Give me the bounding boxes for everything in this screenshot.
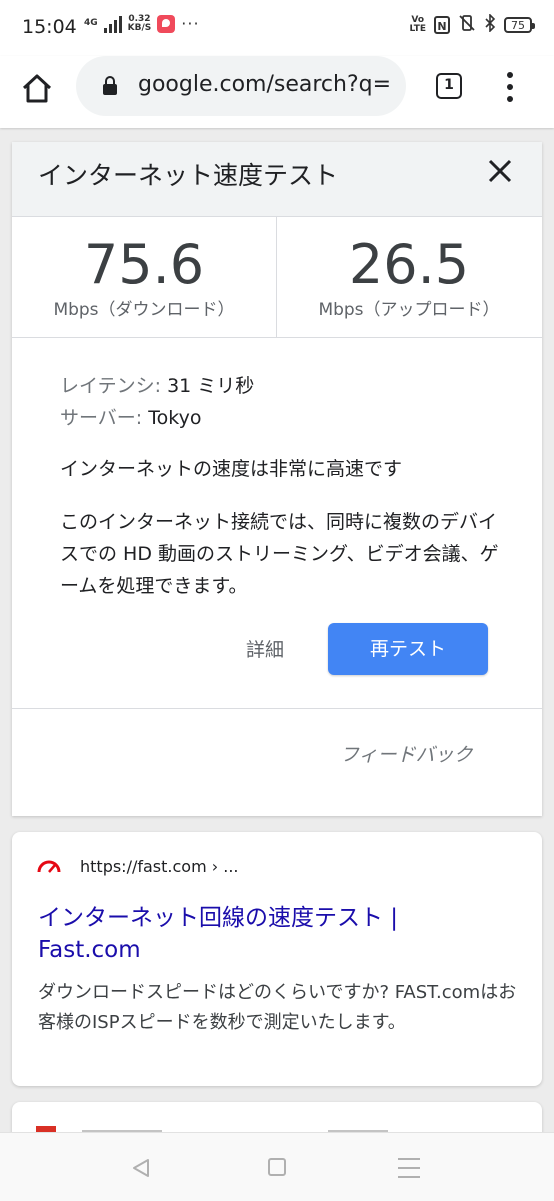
recent-apps-icon[interactable] [398,1158,420,1178]
retest-button[interactable]: 再テスト [328,623,488,675]
battery-icon: 75 [504,17,535,33]
network-speed-unit: KB/S [127,22,152,33]
status-left-icons: 4G 0.32 KB/S ··· [84,14,200,33]
server-label: サーバー: [60,407,143,429]
latency-value: 31 ミリ秒 [161,375,255,397]
signal-icon [103,15,122,33]
bluetooth-icon [484,13,496,36]
speed-results: 75.6 Mbps（ダウンロード） 26.5 Mbps（アップロード） [12,217,542,338]
latency-row: レイテンシ: 31 ミリ秒 [60,370,254,402]
more-vert-icon[interactable] [505,72,515,102]
download-value: 75.6 [83,233,205,296]
speed-summary: インターネットの速度は非常に高速です [60,458,403,480]
latency-label: レイテンシ: [60,375,162,397]
volte-icon: Vo LTE [409,16,426,34]
fast-speedometer-icon [36,858,62,874]
server-value: Tokyo [142,407,202,429]
test-metadata: レイテンシ: 31 ミリ秒 サーバー: Tokyo [60,370,254,434]
address-bar[interactable]: google.com/search?q= [76,56,406,116]
home-square-icon[interactable] [268,1158,286,1176]
result-snippet: ダウンロードスピードはどのくらいですか? FAST.comはお客様のISPスピー… [38,982,517,1033]
close-icon[interactable] [488,159,512,183]
home-icon[interactable] [20,72,54,106]
back-icon[interactable] [130,1157,152,1179]
feedback-link[interactable]: フィードバック [340,740,473,767]
nfc-icon: N [434,16,450,34]
result-title-link[interactable]: インターネット回線の速度テスト | Fast.com [38,902,508,966]
speed-test-card: インターネット速度テスト 75.6 Mbps（ダウンロード） 26.5 Mbps… [12,142,542,816]
details-button[interactable]: 詳細 [246,635,284,662]
url-text[interactable]: google.com/search?q= [138,72,400,97]
network-type: 4G [84,18,98,28]
download-result: 75.6 Mbps（ダウンロード） [12,217,277,337]
speed-description: このインターネット接続では、同時に複数のデバイスでの HD 動画のストリーミング… [60,511,499,597]
upload-label: Mbps（アップロード） [318,300,500,320]
system-nav-bar [0,1132,554,1201]
result-url[interactable]: https://fast.com › ... [80,857,238,876]
volte-line-2: LTE [409,24,426,34]
vibrate-off-icon [458,14,476,36]
status-bar: 15:04 4G 0.32 KB/S ··· Vo LTE N 75 [0,0,554,56]
download-label: Mbps（ダウンロード） [53,300,235,320]
server-row: サーバー: Tokyo [60,402,254,434]
network-speed: 0.32 KB/S [127,14,152,33]
upload-result: 26.5 Mbps（アップロード） [277,217,541,337]
search-result-card: https://fast.com › ... インターネット回線の速度テスト |… [12,832,542,1086]
speed-test-header: インターネット速度テスト [12,142,542,217]
browser-toolbar: google.com/search?q= 1 [0,56,554,128]
app-notification-icon [157,14,176,33]
status-right-icons: Vo LTE N 75 [409,13,535,36]
more-notifications: ··· [181,14,200,33]
status-time: 15:04 [22,16,77,38]
lock-icon[interactable] [102,76,118,96]
card-divider [12,708,542,709]
speed-test-title: インターネット速度テスト [38,161,339,190]
upload-value: 26.5 [348,233,470,296]
tab-switcher-button[interactable]: 1 [436,73,462,99]
